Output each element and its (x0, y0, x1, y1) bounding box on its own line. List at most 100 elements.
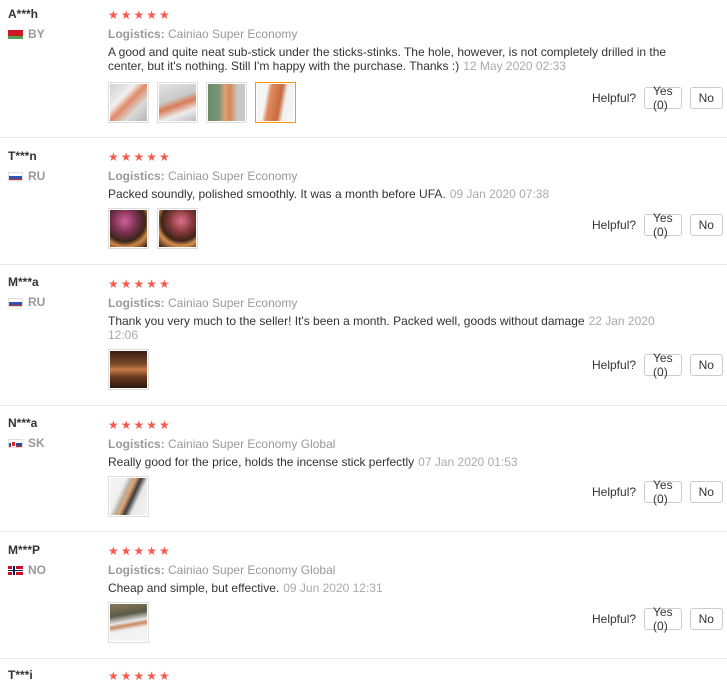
reviewer-name: M***P (8, 543, 41, 557)
review-item: N***a SK ★★★★★ Logistics: Cainiao Super … (0, 406, 727, 532)
logistics-value: Cainiao Super Economy (168, 169, 298, 183)
reviewer-info: T***n RU (8, 149, 45, 182)
helpful-vote: Helpful? Yes (0) No (592, 211, 727, 239)
helpful-yes-button[interactable]: Yes (0) (644, 478, 682, 506)
review-photo[interactable] (108, 476, 149, 517)
reviewer-info: M***P NO (8, 543, 46, 576)
review-body: Packed soundly, polished smoothly. It wa… (108, 187, 446, 201)
ru-flag-icon (8, 171, 23, 181)
review-content: ★★★★★ Logistics: Cainiao Super Economy A… (108, 8, 727, 74)
logistics-label: Logistics: (108, 169, 165, 183)
review-date: 09 Jan 2020 07:38 (449, 187, 550, 201)
review-content: ★★★★★ (108, 670, 727, 683)
review-content: ★★★★★ Logistics: Cainiao Super Economy T… (108, 277, 727, 343)
review-photo[interactable] (108, 82, 149, 123)
helpful-label: Helpful? (592, 218, 637, 232)
helpful-yes-button[interactable]: Yes (0) (644, 211, 682, 239)
helpful-yes-button[interactable]: Yes (0) (644, 351, 682, 379)
review-body: Really good for the price, holds the inc… (108, 455, 415, 469)
reviewer-info: T***i (8, 668, 33, 682)
review-text: A good and quite neat sub-stick under th… (108, 45, 683, 73)
reviewer-country: RU (8, 296, 45, 308)
review-content: ★★★★★ Logistics: Cainiao Super Economy P… (108, 150, 727, 202)
logistics-value: Cainiao Super Economy (168, 27, 298, 41)
review-photos (108, 82, 304, 123)
review-item: M***P NO ★★★★★ Logistics: Cainiao Super … (0, 532, 727, 659)
star-rating: ★★★★★ (108, 669, 172, 683)
star-rating: ★★★★★ (108, 418, 172, 432)
helpful-yes-button[interactable]: Yes (0) (644, 84, 682, 112)
review-date: 07 Jan 2020 01:53 (418, 455, 518, 469)
star-rating: ★★★★★ (108, 150, 172, 164)
helpful-yes-button[interactable]: Yes (0) (644, 605, 682, 633)
review-text: Cheap and simple, but effective. 09 Jun 2… (108, 581, 683, 595)
review-date: 12 May 2020 02:33 (463, 59, 566, 73)
helpful-label: Helpful? (592, 91, 637, 105)
helpful-label: Helpful? (592, 485, 637, 499)
country-code: SK (28, 436, 45, 450)
country-code: RU (28, 295, 46, 309)
sk-flag-icon (8, 438, 23, 448)
review-text: Packed soundly, polished smoothly. It wa… (108, 187, 683, 201)
reviewer-name: N***a (8, 416, 38, 430)
helpful-no-button[interactable]: No (689, 214, 723, 236)
review-date: 09 Jun 2020 12:31 (283, 581, 383, 595)
by-flag-icon (8, 29, 23, 39)
reviewer-name: T***n (8, 149, 37, 163)
review-photo[interactable] (206, 82, 247, 123)
logistics-info: Logistics: Cainiao Super Economy Global (108, 563, 727, 577)
reviewer-info: A***h BY (8, 7, 45, 40)
logistics-value: Cainiao Super Economy Global (168, 437, 336, 451)
review-body: Thank you very much to the seller! It's … (108, 314, 585, 328)
review-photo[interactable] (255, 82, 296, 123)
helpful-vote: Helpful? Yes (0) No (592, 84, 727, 112)
review-body: A good and quite neat sub-stick under th… (108, 45, 667, 73)
reviewer-name: M***a (8, 275, 39, 289)
helpful-no-button[interactable]: No (689, 354, 723, 376)
logistics-label: Logistics: (108, 563, 165, 577)
logistics-info: Logistics: Cainiao Super Economy (108, 27, 727, 41)
review-content: ★★★★★ Logistics: Cainiao Super Economy G… (108, 418, 727, 470)
country-code: RU (28, 169, 46, 183)
review-photo[interactable] (157, 82, 198, 123)
logistics-label: Logistics: (108, 27, 165, 41)
logistics-info: Logistics: Cainiao Super Economy (108, 296, 727, 310)
helpful-vote: Helpful? Yes (0) No (592, 351, 727, 379)
helpful-no-button[interactable]: No (689, 87, 723, 109)
logistics-info: Logistics: Cainiao Super Economy Global (108, 437, 727, 451)
review-item: M***a RU ★★★★★ Logistics: Cainiao Super … (0, 265, 727, 406)
helpful-no-button[interactable]: No (689, 608, 723, 630)
review-photos (108, 602, 157, 643)
review-item: T***i ★★★★★ (0, 659, 727, 699)
review-content: ★★★★★ Logistics: Cainiao Super Economy G… (108, 545, 727, 596)
reviewer-info: N***a SK (8, 416, 45, 449)
helpful-no-button[interactable]: No (689, 481, 723, 503)
review-item: T***n RU ★★★★★ Logistics: Cainiao Super … (0, 138, 727, 265)
review-body: Cheap and simple, but effective. (108, 581, 280, 595)
review-text: Thank you very much to the seller! It's … (108, 314, 683, 342)
review-photo[interactable] (108, 602, 149, 643)
country-code: BY (28, 27, 45, 41)
helpful-label: Helpful? (592, 358, 637, 372)
review-photos (108, 208, 206, 249)
review-photo[interactable] (108, 208, 149, 249)
no-flag-icon (8, 565, 23, 575)
logistics-label: Logistics: (108, 296, 165, 310)
helpful-vote: Helpful? Yes (0) No (592, 605, 727, 633)
reviewer-country: SK (8, 437, 45, 449)
star-rating: ★★★★★ (108, 8, 172, 22)
star-rating: ★★★★★ (108, 277, 172, 291)
review-text: Really good for the price, holds the inc… (108, 455, 683, 469)
reviewer-country: BY (8, 28, 45, 40)
logistics-value: Cainiao Super Economy Global (168, 563, 336, 577)
review-photos (108, 476, 157, 517)
logistics-label: Logistics: (108, 437, 165, 451)
helpful-vote: Helpful? Yes (0) No (592, 478, 727, 506)
logistics-info: Logistics: Cainiao Super Economy (108, 169, 727, 183)
logistics-value: Cainiao Super Economy (168, 296, 298, 310)
review-photo[interactable] (157, 208, 198, 249)
ru-flag-icon (8, 297, 23, 307)
review-photo[interactable] (108, 349, 149, 390)
reviewer-name: A***h (8, 7, 39, 21)
reviewer-name: T***i (8, 668, 33, 682)
